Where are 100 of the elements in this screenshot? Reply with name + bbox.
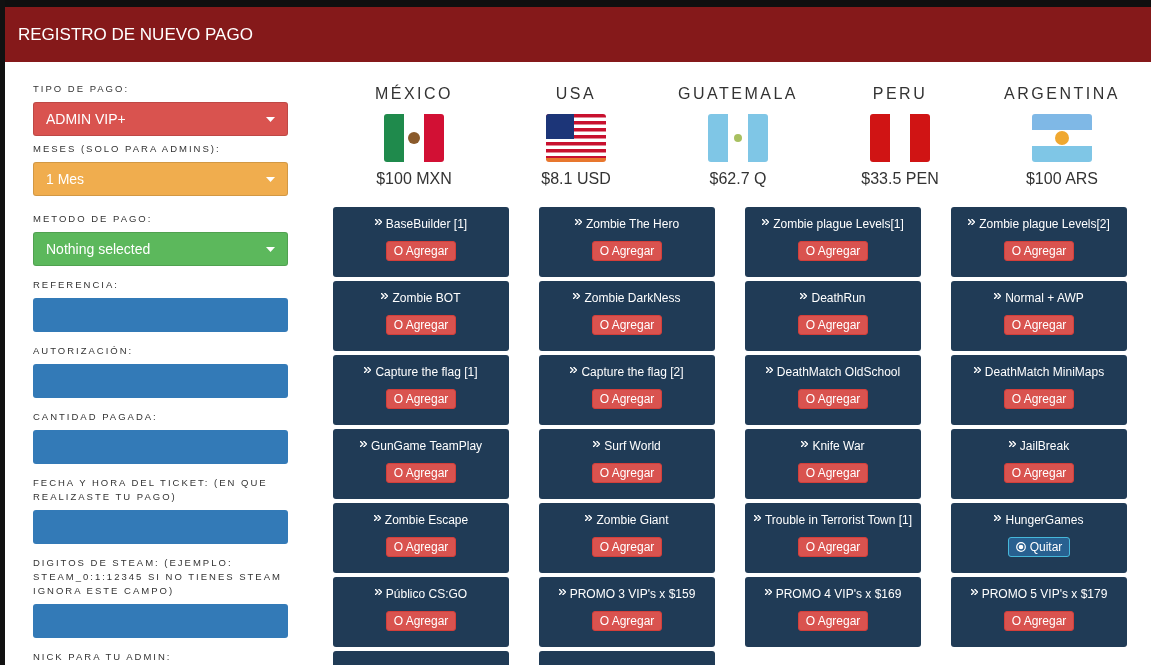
add-button[interactable]: O Agregar: [797, 241, 869, 261]
add-button[interactable]: O Agregar: [1003, 611, 1075, 631]
server-name: Knife War: [812, 439, 865, 453]
double-chevron-icon: [570, 367, 578, 373]
dropdown[interactable]: ADMIN VIP+: [33, 102, 288, 136]
add-button[interactable]: O Agregar: [797, 537, 869, 557]
server-name: Capture the flag [2]: [581, 365, 684, 379]
double-chevron-icon: [573, 293, 581, 299]
add-button[interactable]: O Agregar: [591, 537, 663, 557]
price-label: $62.7 Q: [709, 170, 767, 188]
flag-icon: [1032, 114, 1092, 162]
flag-icon: [384, 114, 444, 162]
page-title: REGISTRO DE NUEVO PAGO: [18, 24, 253, 45]
double-chevron-icon: [994, 293, 1002, 299]
remove-button[interactable]: Quitar: [1007, 537, 1071, 557]
country-name: ARGENTINA: [1004, 85, 1120, 103]
flag-icon: [870, 114, 930, 162]
field-label: DIGITOS DE STEAM: (EJEMPLO: STEAM_0:1:12345 SI NO TIENES STEAM IGNORA ESTE CAMPO): [33, 556, 283, 598]
server-name: Zombie Giant: [596, 513, 669, 527]
input-field[interactable]: [33, 604, 288, 638]
server-name: DeathRun: [811, 291, 866, 305]
add-button[interactable]: O Agregar: [385, 315, 457, 335]
server-name: Zombie BOT: [392, 291, 461, 305]
server-name: DeathMatch OldSchool: [776, 365, 901, 379]
add-button[interactable]: O Agregar: [797, 611, 869, 631]
double-chevron-icon: [593, 441, 601, 447]
server-name: HungerGames: [1005, 513, 1084, 527]
double-chevron-icon: [762, 219, 770, 225]
field-label: MESES (SOLO PARA ADMINS):: [33, 142, 222, 156]
add-button[interactable]: O Agregar: [797, 389, 869, 409]
double-chevron-icon: [970, 589, 978, 595]
country-name: USA: [555, 85, 597, 103]
server-name: Normal + AWP: [1005, 291, 1084, 305]
flag-icon: [708, 114, 768, 162]
double-chevron-icon: [585, 515, 593, 521]
add-button[interactable]: O Agregar: [797, 463, 869, 483]
flag-icon: [546, 114, 606, 162]
country-name: GUATEMALA: [678, 85, 798, 103]
add-button[interactable]: O Agregar: [591, 241, 663, 261]
caret-icon: [266, 246, 275, 252]
double-chevron-icon: [753, 515, 761, 521]
double-chevron-icon: [359, 441, 367, 447]
server-name: Público CS:GO: [385, 587, 468, 601]
server-name: JailBreak: [1019, 439, 1070, 453]
price-label: $33.5 PEN: [861, 170, 939, 188]
add-button[interactable]: O Agregar: [385, 389, 457, 409]
field-label: NICK PARA TU ADMIN:: [33, 650, 173, 664]
double-chevron-icon: [764, 589, 772, 595]
server-name: BaseBuilder [1]: [385, 217, 468, 231]
dropdown[interactable]: Nothing selected: [33, 232, 288, 266]
add-button[interactable]: O Agregar: [385, 611, 457, 631]
double-chevron-icon: [1008, 441, 1016, 447]
country-name: MÉXICO: [374, 85, 454, 103]
double-chevron-icon: [994, 515, 1002, 521]
server-name: Zombie The Hero: [585, 217, 680, 231]
field-label: FECHA Y HORA DEL TICKET: (EN QUE REALIZASTE TU PAGO): [33, 476, 269, 504]
server-name: Capture the flag [1]: [375, 365, 478, 379]
price-label: $100 ARS: [1025, 170, 1099, 188]
add-button[interactable]: O Agregar: [385, 537, 457, 557]
add-button[interactable]: O Agregar: [385, 241, 457, 261]
server-name: Trouble in Terrorist Town [1]: [764, 513, 913, 527]
add-button[interactable]: O Agregar: [591, 611, 663, 631]
input-field[interactable]: [33, 364, 288, 398]
radio-icon: [1015, 542, 1026, 552]
input-field[interactable]: [33, 298, 288, 332]
add-button[interactable]: O Agregar: [1003, 463, 1075, 483]
add-button[interactable]: O Agregar: [591, 389, 663, 409]
add-button[interactable]: O Agregar: [797, 315, 869, 335]
add-button[interactable]: O Agregar: [591, 315, 663, 335]
server-name: DeathMatch MiniMaps: [984, 365, 1105, 379]
add-button[interactable]: O Agregar: [591, 463, 663, 483]
country-name: PERU: [872, 85, 928, 103]
server-name: Zombie DarkNess: [584, 291, 681, 305]
caret-icon: [266, 116, 275, 122]
double-chevron-icon: [374, 589, 382, 595]
server-name: PROMO 4 VIP's x $169: [775, 587, 902, 601]
add-button[interactable]: O Agregar: [385, 463, 457, 483]
double-chevron-icon: [800, 293, 808, 299]
field-label: CANTIDAD PAGADA:: [33, 410, 159, 424]
double-chevron-icon: [381, 293, 389, 299]
input-field[interactable]: [33, 430, 288, 464]
double-chevron-icon: [373, 515, 381, 521]
server-name: Zombie plague Levels[2]: [979, 217, 1110, 231]
price-label: $8.1 USD: [541, 170, 611, 188]
field-label: AUTORIZACIÓN:: [33, 344, 135, 358]
double-chevron-icon: [973, 367, 981, 373]
server-name: Surf World: [604, 439, 661, 453]
add-button[interactable]: O Agregar: [1003, 315, 1075, 335]
server-name: Zombie Escape: [384, 513, 469, 527]
double-chevron-icon: [801, 441, 809, 447]
caret-icon: [266, 176, 275, 182]
double-chevron-icon: [968, 219, 976, 225]
field-label: TIPO DE PAGO:: [33, 82, 131, 96]
add-button[interactable]: O Agregar: [1003, 389, 1075, 409]
field-label: METODO DE PAGO:: [33, 212, 154, 226]
double-chevron-icon: [558, 589, 566, 595]
input-field[interactable]: [33, 510, 288, 544]
add-button[interactable]: O Agregar: [1003, 241, 1075, 261]
price-label: $100 MXN: [376, 170, 452, 188]
double-chevron-icon: [374, 219, 382, 225]
